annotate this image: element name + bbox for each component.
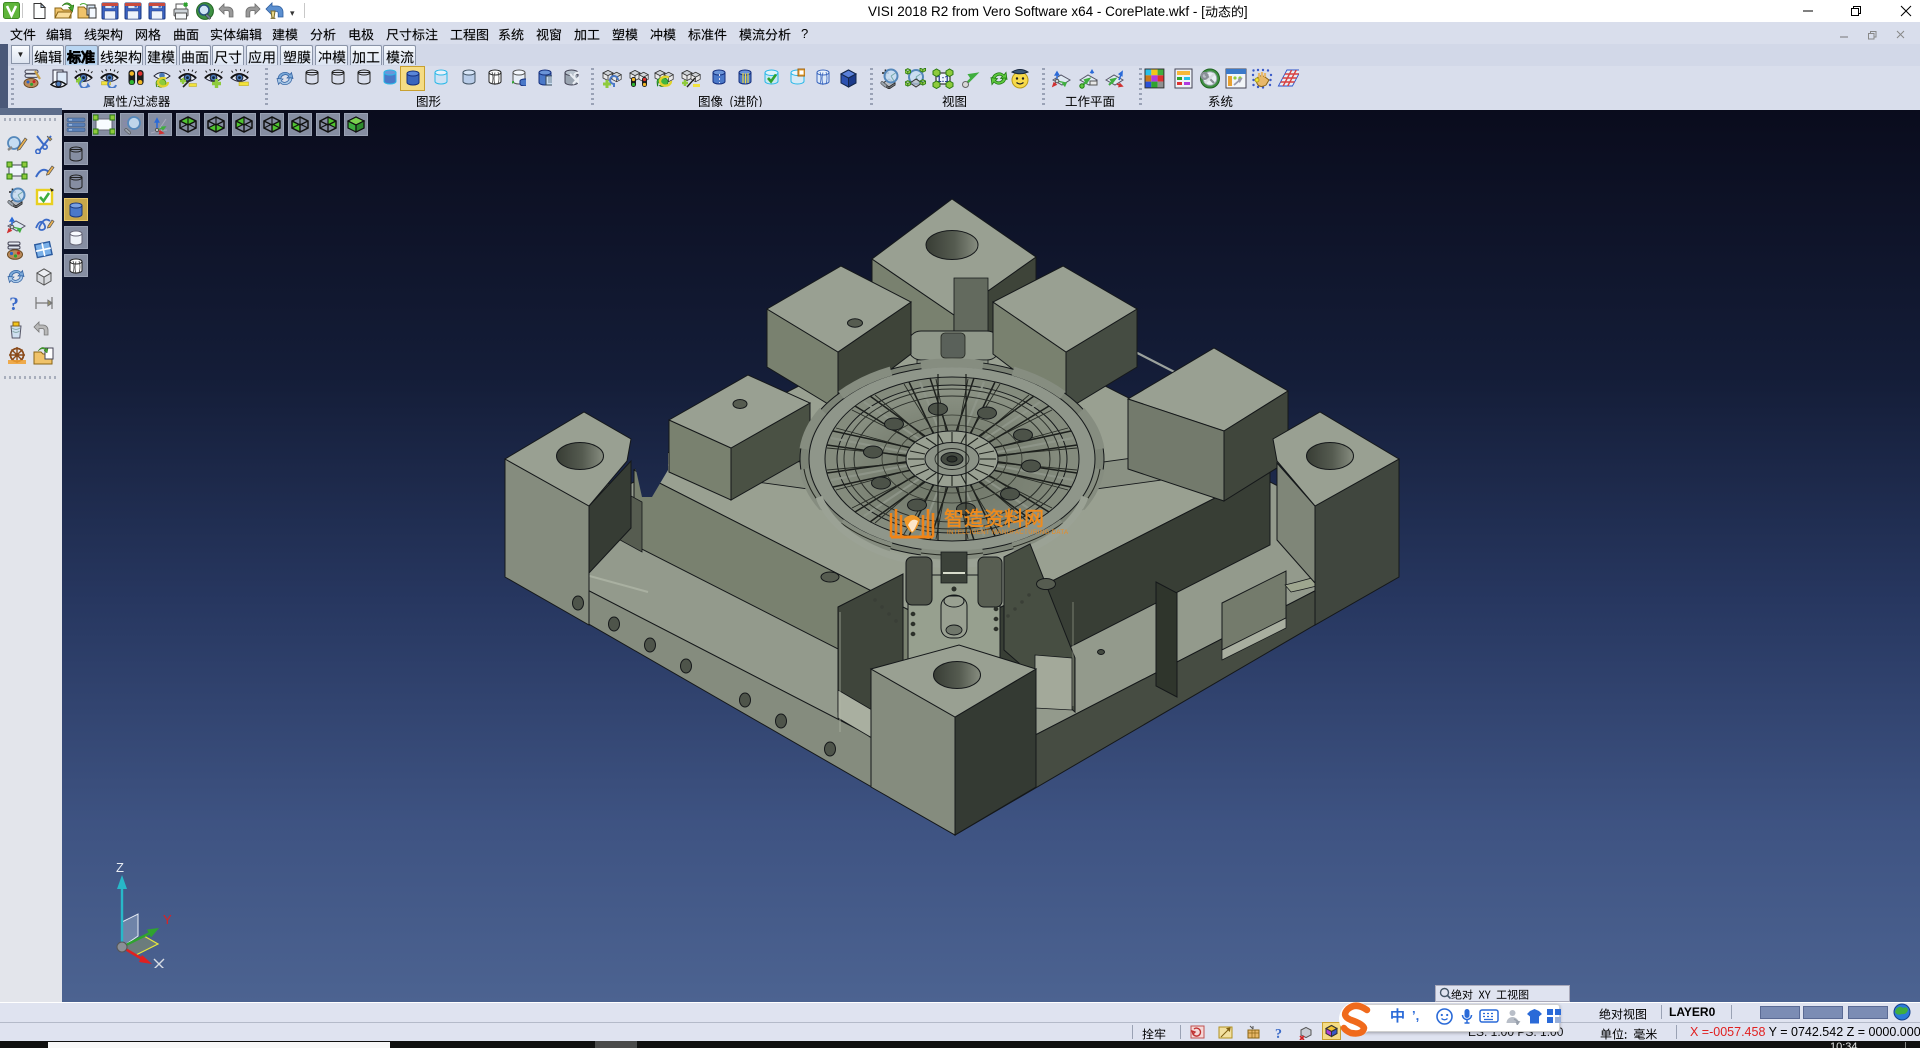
svg-text:Y: Y — [163, 912, 172, 927]
svg-text:?: ? — [9, 294, 19, 313]
svg-text:?: ? — [1275, 1027, 1282, 1040]
svg-text:Z: Z — [116, 862, 124, 875]
